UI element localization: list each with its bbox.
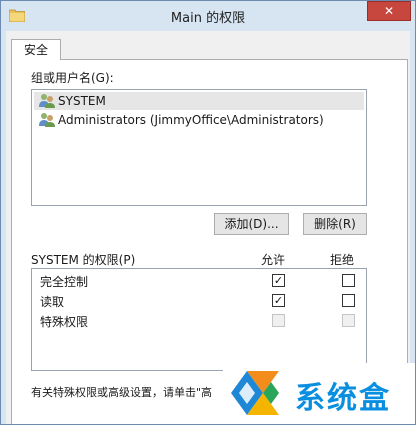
groups-label: 组或用户名(G): bbox=[31, 71, 114, 85]
permission-row-special: 特殊权限 bbox=[32, 311, 366, 331]
list-item-system[interactable]: SYSTEM bbox=[34, 92, 364, 110]
tab-security[interactable]: 安全 bbox=[11, 39, 61, 60]
add-button[interactable]: 添加(D)... bbox=[214, 213, 289, 235]
watermark-text: 系统盒 bbox=[295, 381, 391, 416]
remove-button[interactable]: 删除(R) bbox=[303, 213, 367, 235]
permission-name: 读取 bbox=[40, 295, 65, 309]
user-group-icon bbox=[39, 94, 55, 108]
deny-checkbox bbox=[342, 314, 355, 327]
permission-row-full-control: 完全控制 ✓ bbox=[32, 271, 366, 291]
permissions-dialog: Main 的权限 ✕ 安全 组或用户名(G): SYSTEM Administr… bbox=[0, 0, 416, 425]
permission-row-read: 读取 ✓ bbox=[32, 291, 366, 311]
allow-checkbox[interactable]: ✓ bbox=[272, 294, 285, 307]
user-name: Administrators (JimmyOffice\Administrato… bbox=[58, 113, 324, 127]
deny-column-header: 拒绝 bbox=[330, 253, 355, 267]
title-bar[interactable]: Main 的权限 ✕ bbox=[1, 1, 415, 31]
user-group-icon bbox=[39, 113, 55, 127]
watermark: 系统盒 bbox=[223, 363, 415, 424]
permission-name: 完全控制 bbox=[40, 275, 89, 289]
deny-checkbox[interactable] bbox=[342, 274, 355, 287]
window-title: Main 的权限 bbox=[170, 11, 246, 26]
user-name: SYSTEM bbox=[58, 94, 106, 108]
user-list[interactable]: SYSTEM Administrators (JimmyOffice\Admin… bbox=[31, 89, 367, 206]
xitonghe-logo-icon bbox=[231, 371, 279, 415]
permissions-list[interactable]: 完全控制 ✓ 读取 ✓ 特殊权限 bbox=[31, 268, 367, 371]
permission-name: 特殊权限 bbox=[40, 315, 89, 329]
deny-checkbox[interactable] bbox=[342, 294, 355, 307]
allow-checkbox[interactable]: ✓ bbox=[272, 274, 285, 287]
close-button[interactable]: ✕ bbox=[367, 1, 411, 21]
allow-checkbox bbox=[272, 314, 285, 327]
allow-column-header: 允许 bbox=[261, 253, 286, 267]
permissions-label: SYSTEM 的权限(P) bbox=[31, 253, 136, 267]
